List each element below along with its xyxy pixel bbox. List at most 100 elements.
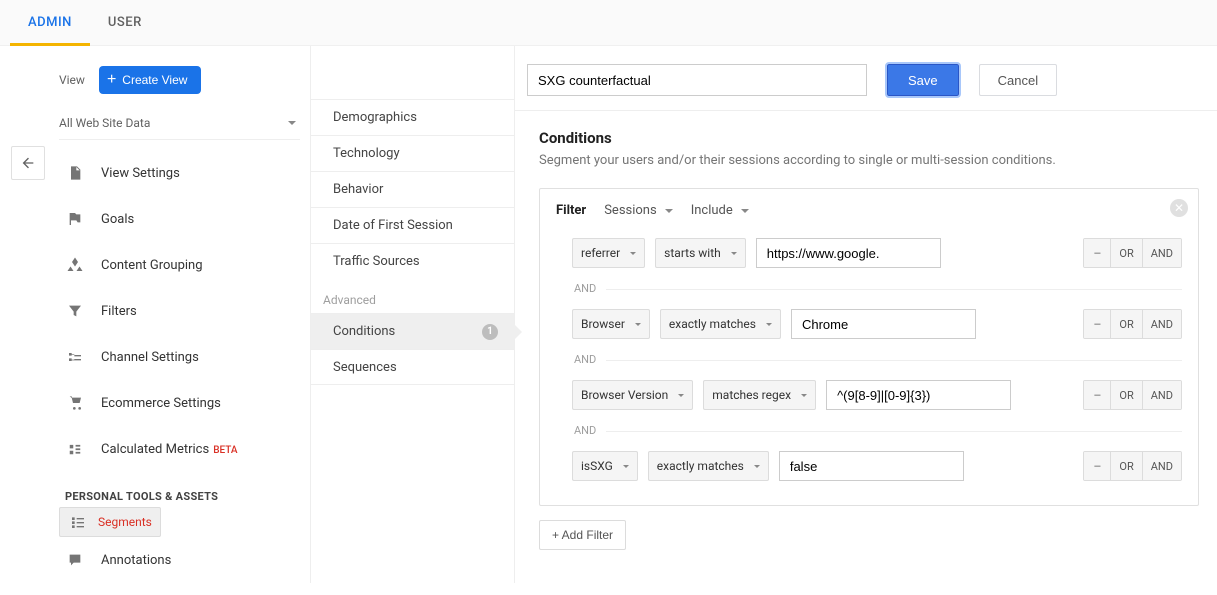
view-label: View [59, 73, 85, 87]
caret-down-icon [635, 323, 641, 326]
nav-filters[interactable]: Filters [59, 288, 300, 334]
or-button[interactable]: OR [1110, 310, 1141, 338]
filter-scope-dropdown[interactable]: Sessions [604, 203, 673, 218]
nav-label: Goals [101, 212, 134, 227]
and-separator: AND [574, 282, 1182, 295]
row-logic-group: – OR AND [1083, 451, 1182, 481]
filter-scope-value: Sessions [604, 203, 657, 218]
remove-row-button[interactable]: – [1084, 381, 1110, 409]
cart-icon [65, 393, 85, 413]
nav-label: Annotations [101, 553, 171, 568]
back-column [0, 46, 45, 583]
and-button[interactable]: AND [1142, 452, 1181, 480]
operator-dropdown[interactable]: matches regex [703, 380, 816, 410]
value-input[interactable] [756, 238, 941, 268]
nav-content-grouping[interactable]: Content Grouping [59, 242, 300, 288]
filter-mode-value: Include [691, 203, 733, 218]
tab-user[interactable]: USER [90, 0, 160, 46]
and-button[interactable]: AND [1142, 381, 1181, 409]
cat-traffic-sources[interactable]: Traffic Sources [311, 243, 514, 279]
segments-icon [68, 512, 88, 532]
value-input[interactable] [826, 380, 1011, 410]
dimension-dropdown[interactable]: Browser Version [572, 380, 693, 410]
segment-category-panel: Demographics Technology Behavior Date of… [310, 46, 515, 583]
nav-annotations[interactable]: Annotations [59, 537, 300, 583]
cancel-button[interactable]: Cancel [979, 64, 1057, 96]
cat-sequences[interactable]: Sequences [311, 349, 514, 385]
sidebar: View + Create View All Web Site Data Vie… [45, 46, 310, 583]
value-input[interactable] [791, 309, 976, 339]
row-logic-group: – OR AND [1083, 380, 1182, 410]
section-header-personal: PERSONAL TOOLS & ASSETS [65, 490, 300, 503]
caret-down-icon [288, 121, 296, 125]
caret-down-icon [678, 394, 684, 397]
or-button[interactable]: OR [1110, 239, 1141, 267]
remove-row-button[interactable]: – [1084, 239, 1110, 267]
caret-down-icon [665, 209, 673, 213]
nav-channel-settings[interactable]: Channel Settings [59, 334, 300, 380]
filter-box: ✕ Filter Sessions Include referrer start… [539, 188, 1199, 506]
view-data-selector[interactable]: All Web Site Data [59, 106, 300, 140]
top-tabs: ADMIN USER [0, 0, 1217, 46]
dimension-dropdown[interactable]: Browser [572, 309, 650, 339]
cat-conditions[interactable]: Conditions 1 [311, 313, 514, 349]
back-button[interactable] [11, 146, 45, 180]
and-separator: AND [574, 353, 1182, 366]
caret-down-icon [741, 209, 749, 213]
nav-label: Ecommerce Settings [101, 396, 221, 411]
nav-label: Calculated MetricsBETA [101, 442, 238, 457]
value-input[interactable] [779, 451, 964, 481]
or-button[interactable]: OR [1110, 452, 1141, 480]
operator-dropdown[interactable]: exactly matches [648, 451, 769, 481]
dimension-dropdown[interactable]: isSXG [572, 451, 638, 481]
document-icon [65, 163, 85, 183]
and-button[interactable]: AND [1142, 239, 1181, 267]
remove-row-button[interactable]: – [1084, 310, 1110, 338]
row-logic-group: – OR AND [1083, 238, 1182, 268]
nav-view-settings[interactable]: View Settings [59, 150, 300, 196]
operator-dropdown[interactable]: starts with [655, 238, 746, 268]
caret-down-icon [623, 465, 629, 468]
main-panel: Save Cancel Conditions Segment your user… [515, 46, 1217, 583]
create-view-label: Create View [122, 73, 187, 87]
cat-first-session[interactable]: Date of First Session [311, 207, 514, 243]
cat-demographics[interactable]: Demographics [311, 99, 514, 135]
conditions-panel: Conditions Segment your users and/or the… [515, 111, 1217, 550]
filter-label: Filter [556, 203, 586, 218]
nav-ecommerce-settings[interactable]: Ecommerce Settings [59, 380, 300, 426]
caret-down-icon [766, 323, 772, 326]
segment-name-input[interactable] [527, 64, 867, 96]
operator-dropdown[interactable]: exactly matches [660, 309, 781, 339]
save-button[interactable]: Save [887, 64, 959, 96]
cat-label: Conditions [333, 324, 395, 339]
filter-mode-dropdown[interactable]: Include [691, 203, 749, 218]
tab-admin[interactable]: ADMIN [10, 0, 90, 46]
view-data-label: All Web Site Data [59, 116, 150, 130]
add-filter-button[interactable]: + Add Filter [539, 520, 626, 550]
cat-behavior[interactable]: Behavior [311, 171, 514, 207]
remove-filter-button[interactable]: ✕ [1170, 199, 1188, 217]
remove-row-button[interactable]: – [1084, 452, 1110, 480]
create-view-button[interactable]: + Create View [99, 66, 202, 94]
nav-segments[interactable]: Segments [59, 507, 161, 537]
cat-technology[interactable]: Technology [311, 135, 514, 171]
row-logic-group: – OR AND [1083, 309, 1182, 339]
conditions-title: Conditions [539, 129, 1199, 147]
funnel-icon [65, 301, 85, 321]
beta-badge: BETA [213, 445, 237, 456]
or-button[interactable]: OR [1110, 381, 1141, 409]
arrow-left-icon [20, 155, 36, 171]
nav-label: View Settings [101, 166, 180, 181]
nav-label: Content Grouping [101, 258, 203, 273]
advanced-label: Advanced [311, 279, 514, 313]
and-button[interactable]: AND [1142, 310, 1181, 338]
grouping-icon [65, 255, 85, 275]
nav-goals[interactable]: Goals [59, 196, 300, 242]
nav-label: Segments [98, 515, 152, 529]
channel-icon [65, 347, 85, 367]
dimension-dropdown[interactable]: referrer [572, 238, 645, 268]
nav-label: Filters [101, 304, 137, 319]
plus-icon: + [107, 72, 116, 88]
nav-calculated-metrics[interactable]: Calculated MetricsBETA [59, 426, 300, 472]
nav-list: View Settings Goals Content Grouping Fil… [59, 150, 300, 583]
